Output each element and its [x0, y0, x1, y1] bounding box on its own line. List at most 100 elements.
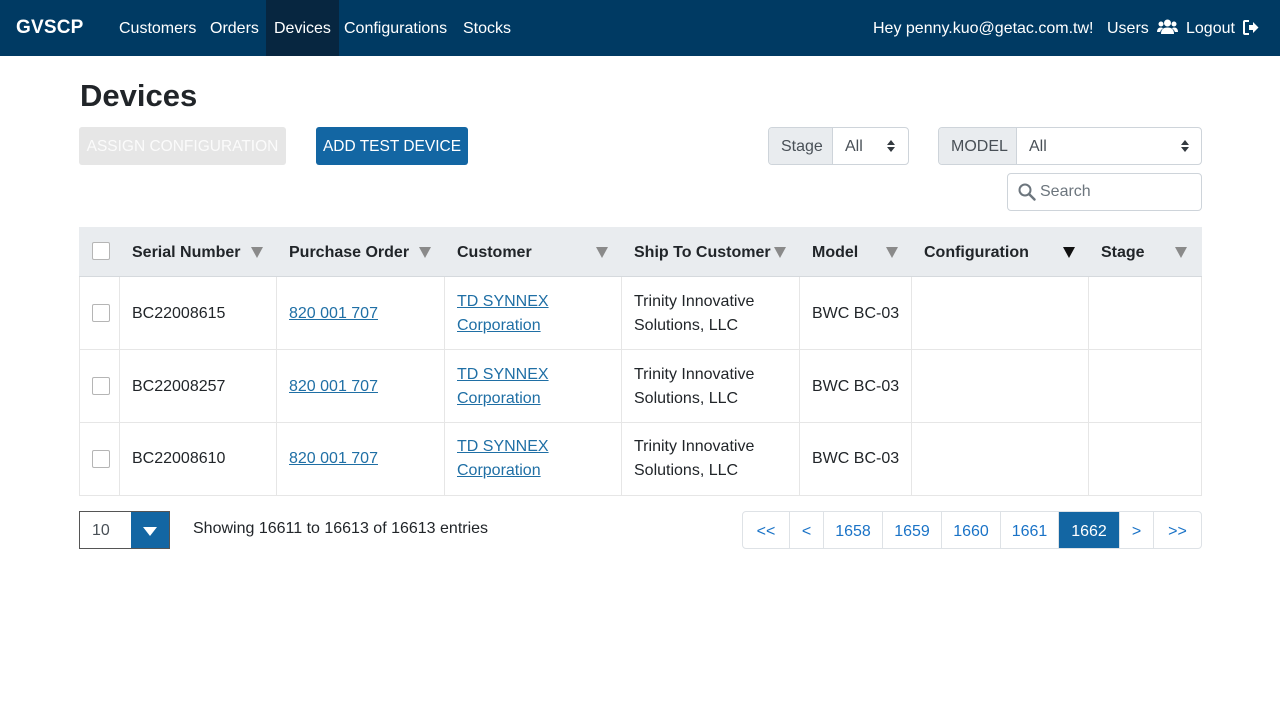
customer-cell: TD SYNNEX Corporation — [445, 423, 622, 495]
stage-filter-label: Stage — [769, 128, 833, 164]
sort-icon[interactable] — [774, 247, 786, 258]
row-checkbox[interactable] — [92, 377, 110, 395]
serial-cell: BC22008610 — [120, 423, 277, 495]
model-value: BWC BC-03 — [812, 378, 900, 395]
row-checkbox[interactable] — [92, 450, 110, 468]
ship-to-line2: Solutions, LLC — [634, 317, 739, 334]
page-1659[interactable]: 1659 — [883, 512, 942, 548]
page-prev[interactable]: < — [790, 512, 824, 548]
column-header-configuration[interactable]: Configuration — [924, 227, 1029, 277]
page-length-value: 10 — [92, 522, 110, 539]
customer-link-line2[interactable]: Corporation — [457, 390, 541, 407]
ship-to-line2: Solutions, LLC — [634, 390, 739, 407]
sort-active-icon[interactable] — [1063, 247, 1075, 258]
page-1661[interactable]: 1661 — [1001, 512, 1059, 548]
nav-stocks[interactable]: Stocks — [455, 0, 519, 56]
select-arrows-icon — [887, 140, 895, 152]
purchase-order-link[interactable]: 820 001 707 — [289, 375, 378, 399]
nav-configurations[interactable]: Configurations — [336, 0, 455, 56]
customer-link[interactable]: TD SYNNEX Corporation — [457, 363, 549, 411]
stage-cell — [1089, 277, 1202, 349]
users-label: Users — [1107, 20, 1149, 37]
table-row: BC22008257 820 001 707 TD SYNNEX Corpora… — [79, 350, 1202, 423]
ship-to-cell: Trinity Innovative Solutions, LLC — [622, 350, 800, 422]
logout-link[interactable]: Logout — [1186, 0, 1259, 56]
serial-number: BC22008610 — [132, 450, 226, 467]
search-box — [1007, 173, 1202, 211]
customer-link-line1[interactable]: TD SYNNEX — [457, 438, 549, 455]
ship-to-customer: Trinity Innovative Solutions, LLC — [634, 290, 754, 338]
po-cell: 820 001 707 — [277, 350, 445, 422]
customer-link-line2[interactable]: Corporation — [457, 317, 541, 334]
customer-link[interactable]: TD SYNNEX Corporation — [457, 290, 549, 338]
search-input[interactable] — [1040, 181, 1190, 203]
column-header-purchase-order[interactable]: Purchase Order — [289, 227, 409, 277]
customer-link-line2[interactable]: Corporation — [457, 462, 541, 479]
brand-logo[interactable]: GVSCP — [16, 17, 84, 39]
stage-select-value: All — [845, 138, 863, 155]
column-header-stage[interactable]: Stage — [1101, 227, 1145, 277]
column-header-ship-to-customer[interactable]: Ship To Customer — [634, 227, 771, 277]
stage-cell — [1089, 350, 1202, 422]
select-all-checkbox[interactable] — [92, 242, 110, 260]
po-cell: 820 001 707 — [277, 423, 445, 495]
column-header-customer[interactable]: Customer — [457, 227, 532, 277]
search-icon — [1018, 183, 1036, 201]
row-checkbox[interactable] — [92, 304, 110, 322]
select-arrows-icon — [1181, 140, 1189, 152]
ship-to-line1: Trinity Innovative — [634, 366, 755, 383]
stage-select[interactable]: All — [833, 128, 908, 164]
users-menu[interactable]: Users — [1107, 0, 1179, 56]
customer-link-line1[interactable]: TD SYNNEX — [457, 366, 549, 383]
page-first[interactable]: << — [743, 512, 790, 548]
ship-to-line1: Trinity Innovative — [634, 293, 755, 310]
top-navbar: GVSCP Customers Orders Devices Configura… — [0, 0, 1280, 56]
ship-to-cell: Trinity Innovative Solutions, LLC — [622, 423, 800, 495]
sort-icon[interactable] — [886, 247, 898, 258]
purchase-order-link[interactable]: 820 001 707 — [289, 302, 378, 326]
configuration-cell — [912, 277, 1089, 349]
chevron-down-icon — [143, 527, 157, 536]
customer-cell: TD SYNNEX Corporation — [445, 350, 622, 422]
ship-to-cell: Trinity Innovative Solutions, LLC — [622, 277, 800, 349]
page-length-select[interactable]: 10 — [79, 511, 170, 549]
page-1660[interactable]: 1660 — [942, 512, 1001, 548]
purchase-order-link[interactable]: 820 001 707 — [289, 447, 378, 471]
add-test-device-button[interactable]: ADD TEST DEVICE — [316, 127, 468, 165]
column-header-serial-number[interactable]: Serial Number — [132, 227, 240, 277]
page-1662-active[interactable]: 1662 — [1059, 512, 1120, 548]
model-cell: BWC BC-03 — [800, 350, 912, 422]
ship-to-line2: Solutions, LLC — [634, 462, 739, 479]
sort-icon[interactable] — [596, 247, 608, 258]
customer-link-line1[interactable]: TD SYNNEX — [457, 293, 549, 310]
serial-cell: BC22008615 — [120, 277, 277, 349]
serial-number: BC22008257 — [132, 378, 226, 395]
column-header-model[interactable]: Model — [812, 227, 858, 277]
logout-label: Logout — [1186, 20, 1235, 37]
page-length-dropdown-button[interactable] — [131, 512, 169, 548]
ship-to-line1: Trinity Innovative — [634, 438, 755, 455]
stage-cell — [1089, 423, 1202, 495]
model-value: BWC BC-03 — [812, 305, 900, 322]
page-next[interactable]: > — [1120, 512, 1154, 548]
assign-configuration-button[interactable]: ASSIGN CONFIGURATION — [79, 127, 286, 165]
sort-icon[interactable] — [419, 247, 431, 258]
user-greeting: Hey penny.kuo@getac.com.tw! — [873, 20, 1094, 37]
page-last[interactable]: >> — [1154, 512, 1201, 548]
page-1658[interactable]: 1658 — [824, 512, 883, 548]
checkbox-cell — [79, 277, 120, 349]
users-icon — [1157, 19, 1179, 35]
model-select-value: All — [1029, 138, 1047, 155]
configuration-cell — [912, 423, 1089, 495]
nav-orders[interactable]: Orders — [202, 0, 267, 56]
nav-customers[interactable]: Customers — [111, 0, 204, 56]
sort-icon[interactable] — [1175, 247, 1187, 258]
customer-link[interactable]: TD SYNNEX Corporation — [457, 435, 549, 483]
stage-filter: Stage All — [768, 127, 909, 165]
model-select[interactable]: All — [1017, 128, 1201, 164]
ship-to-customer: Trinity Innovative Solutions, LLC — [634, 363, 754, 411]
sort-icon[interactable] — [251, 247, 263, 258]
po-cell: 820 001 707 — [277, 277, 445, 349]
nav-devices[interactable]: Devices — [266, 0, 339, 56]
model-cell: BWC BC-03 — [800, 423, 912, 495]
